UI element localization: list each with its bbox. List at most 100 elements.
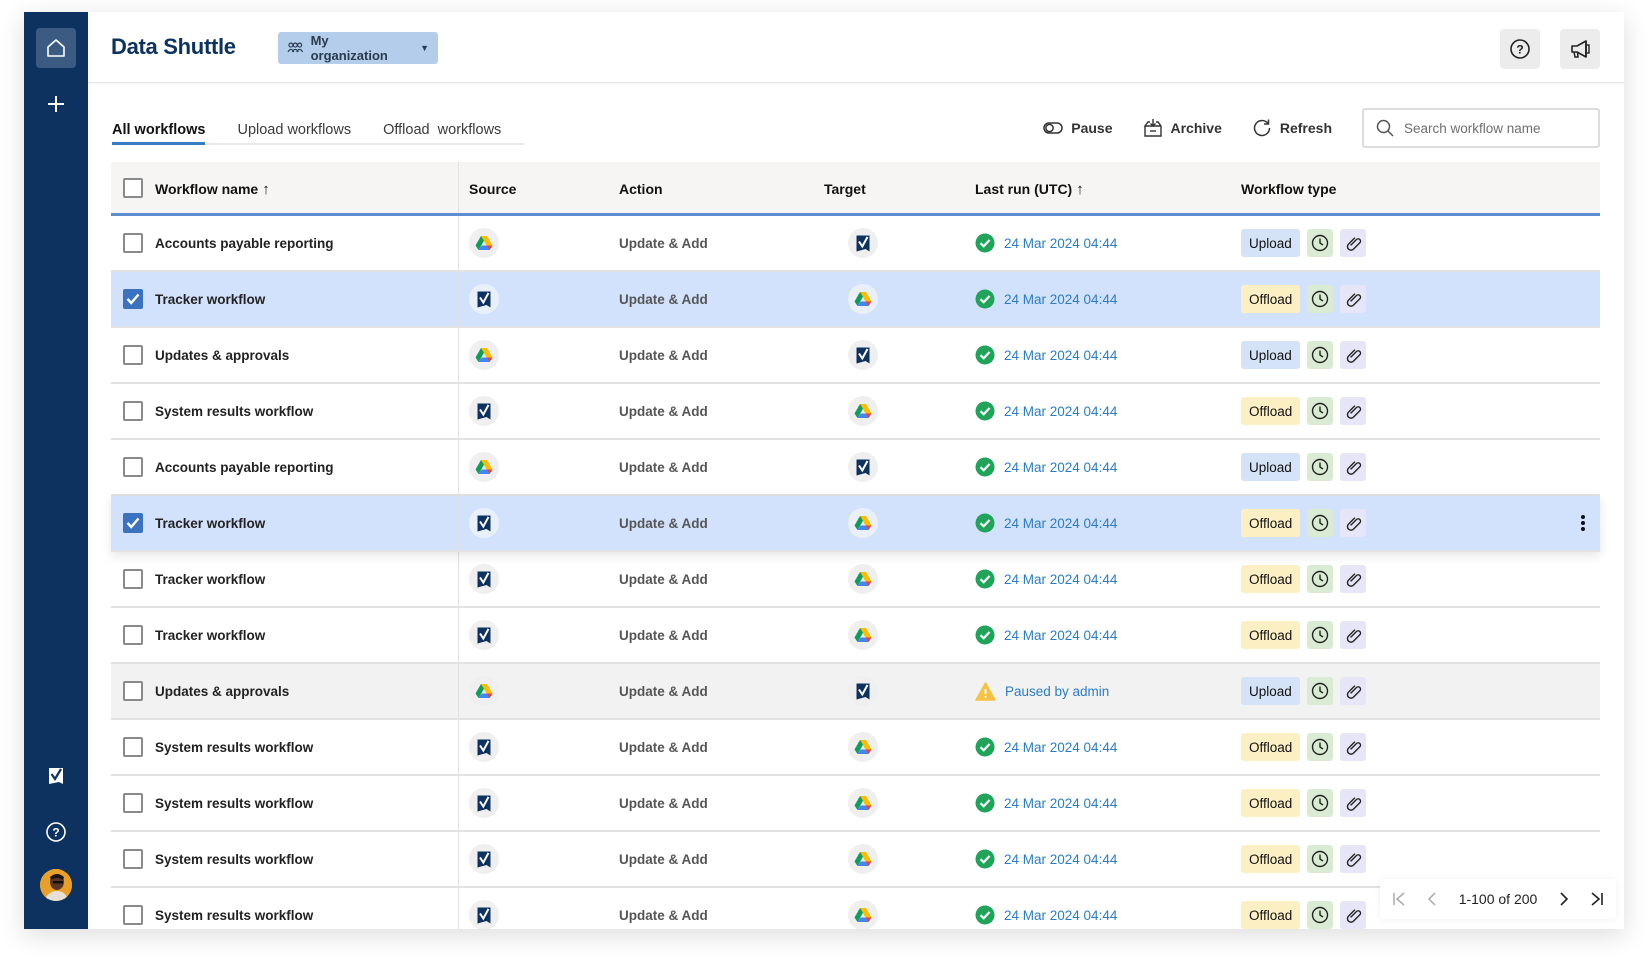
help-button[interactable]: ? (1500, 29, 1540, 69)
tab-all-workflows[interactable]: All workflows (112, 122, 205, 143)
sidebar-item-brand[interactable] (36, 756, 76, 796)
workflow-name[interactable]: System results workflow (155, 720, 313, 774)
column-header-target[interactable]: Target (824, 162, 866, 216)
column-header-last-run[interactable]: Last run (UTC)↑ (975, 162, 1084, 216)
table-row[interactable]: System results workflowUpdate & Add24 Ma… (111, 776, 1600, 832)
table-row[interactable]: Tracker workflowUpdate & Add24 Mar 2024 … (111, 496, 1600, 552)
column-header-action[interactable]: Action (619, 162, 663, 216)
schedule-button[interactable] (1307, 677, 1333, 705)
table-row[interactable]: Accounts payable reportingUpdate & Add24… (111, 216, 1600, 272)
workflow-name[interactable]: Accounts payable reporting (155, 440, 334, 494)
workflow-name[interactable]: Accounts payable reporting (155, 216, 334, 270)
row-checkbox[interactable] (123, 289, 143, 309)
row-checkbox[interactable] (123, 625, 143, 645)
row-checkbox[interactable] (123, 569, 143, 589)
table-row[interactable]: System results workflowUpdate & Add24 Ma… (111, 384, 1600, 440)
last-run-value[interactable]: 24 Mar 2024 04:44 (1004, 908, 1117, 923)
table-row[interactable]: System results workflowUpdate & Add24 Ma… (111, 888, 1600, 929)
link-button[interactable] (1340, 789, 1366, 817)
table-row[interactable]: Updates & approvalsUpdate & AddPaused by… (111, 664, 1600, 720)
table-row[interactable]: Updates & approvalsUpdate & Add24 Mar 20… (111, 328, 1600, 384)
table-row[interactable]: System results workflowUpdate & Add24 Ma… (111, 832, 1600, 888)
row-checkbox[interactable] (123, 233, 143, 253)
sidebar-item-home[interactable] (36, 28, 76, 68)
last-run-value[interactable]: 24 Mar 2024 04:44 (1004, 348, 1117, 363)
workflow-name[interactable]: System results workflow (155, 776, 313, 830)
link-button[interactable] (1340, 341, 1366, 369)
schedule-button[interactable] (1307, 901, 1333, 929)
workflow-name[interactable]: Tracker workflow (155, 272, 265, 326)
next-page-button[interactable] (1559, 891, 1569, 907)
sidebar-item-help[interactable]: ? (36, 812, 76, 852)
organization-dropdown[interactable]: My organization ▼ (278, 32, 438, 64)
row-checkbox[interactable] (123, 457, 143, 477)
tab-upload-workflows[interactable]: Upload workflows (237, 122, 351, 143)
first-page-button[interactable] (1392, 891, 1406, 907)
column-header-name[interactable]: Workflow name↑ (155, 162, 270, 216)
row-checkbox[interactable] (123, 905, 143, 925)
row-checkbox[interactable] (123, 345, 143, 365)
column-header-source[interactable]: Source (469, 162, 516, 216)
column-header-type[interactable]: Workflow type (1241, 162, 1336, 216)
schedule-button[interactable] (1307, 789, 1333, 817)
workflow-name[interactable]: Updates & approvals (155, 664, 289, 718)
last-run-value[interactable]: 24 Mar 2024 04:44 (1004, 740, 1117, 755)
table-row[interactable]: Tracker workflowUpdate & Add24 Mar 2024 … (111, 608, 1600, 664)
schedule-button[interactable] (1307, 565, 1333, 593)
schedule-button[interactable] (1307, 229, 1333, 257)
announcements-button[interactable] (1560, 29, 1600, 69)
link-button[interactable] (1340, 845, 1366, 873)
workflow-name[interactable]: Tracker workflow (155, 608, 265, 662)
row-checkbox[interactable] (123, 849, 143, 869)
schedule-button[interactable] (1307, 845, 1333, 873)
link-button[interactable] (1340, 901, 1366, 929)
schedule-button[interactable] (1307, 509, 1333, 537)
tab-offload-workflows[interactable]: Offload workflows (383, 122, 501, 143)
last-run-value[interactable]: 24 Mar 2024 04:44 (1004, 516, 1117, 531)
table-row[interactable]: Tracker workflowUpdate & Add24 Mar 2024 … (111, 552, 1600, 608)
last-run-value[interactable]: 24 Mar 2024 04:44 (1004, 572, 1117, 587)
schedule-button[interactable] (1307, 341, 1333, 369)
table-row[interactable]: Tracker workflowUpdate & Add24 Mar 2024 … (111, 272, 1600, 328)
link-button[interactable] (1340, 621, 1366, 649)
schedule-button[interactable] (1307, 453, 1333, 481)
row-menu-button[interactable] (1580, 514, 1586, 537)
last-page-button[interactable] (1590, 891, 1604, 907)
last-run-value[interactable]: 24 Mar 2024 04:44 (1004, 404, 1117, 419)
archive-button[interactable]: Archive (1143, 118, 1222, 138)
avatar[interactable] (40, 869, 72, 901)
workflow-name[interactable]: Updates & approvals (155, 328, 289, 382)
pause-button[interactable]: Pause (1043, 120, 1112, 136)
link-button[interactable] (1340, 453, 1366, 481)
last-run-value[interactable]: 24 Mar 2024 04:44 (1004, 796, 1117, 811)
workflow-name[interactable]: System results workflow (155, 384, 313, 438)
row-checkbox[interactable] (123, 793, 143, 813)
table-row[interactable]: Accounts payable reportingUpdate & Add24… (111, 440, 1600, 496)
schedule-button[interactable] (1307, 397, 1333, 425)
last-run-value[interactable]: 24 Mar 2024 04:44 (1004, 236, 1117, 251)
workflow-name[interactable]: Tracker workflow (155, 496, 265, 550)
row-checkbox[interactable] (123, 681, 143, 701)
last-run-value[interactable]: 24 Mar 2024 04:44 (1004, 460, 1117, 475)
sidebar-item-add[interactable] (36, 84, 76, 124)
schedule-button[interactable] (1307, 733, 1333, 761)
last-run-value[interactable]: 24 Mar 2024 04:44 (1004, 852, 1117, 867)
last-run-value[interactable]: 24 Mar 2024 04:44 (1004, 628, 1117, 643)
row-checkbox[interactable] (123, 737, 143, 757)
schedule-button[interactable] (1307, 285, 1333, 313)
link-button[interactable] (1340, 677, 1366, 705)
row-checkbox[interactable] (123, 513, 143, 533)
workflow-name[interactable]: System results workflow (155, 832, 313, 886)
link-button[interactable] (1340, 509, 1366, 537)
link-button[interactable] (1340, 285, 1366, 313)
workflow-name[interactable]: System results workflow (155, 888, 313, 929)
workflow-name[interactable]: Tracker workflow (155, 552, 265, 606)
link-button[interactable] (1340, 565, 1366, 593)
row-checkbox[interactable] (123, 401, 143, 421)
last-run-value[interactable]: Paused by admin (1005, 684, 1109, 699)
refresh-button[interactable]: Refresh (1252, 118, 1332, 138)
link-button[interactable] (1340, 397, 1366, 425)
search-input[interactable] (1404, 121, 1584, 136)
select-all-checkbox[interactable] (123, 178, 143, 198)
table-row[interactable]: System results workflowUpdate & Add24 Ma… (111, 720, 1600, 776)
